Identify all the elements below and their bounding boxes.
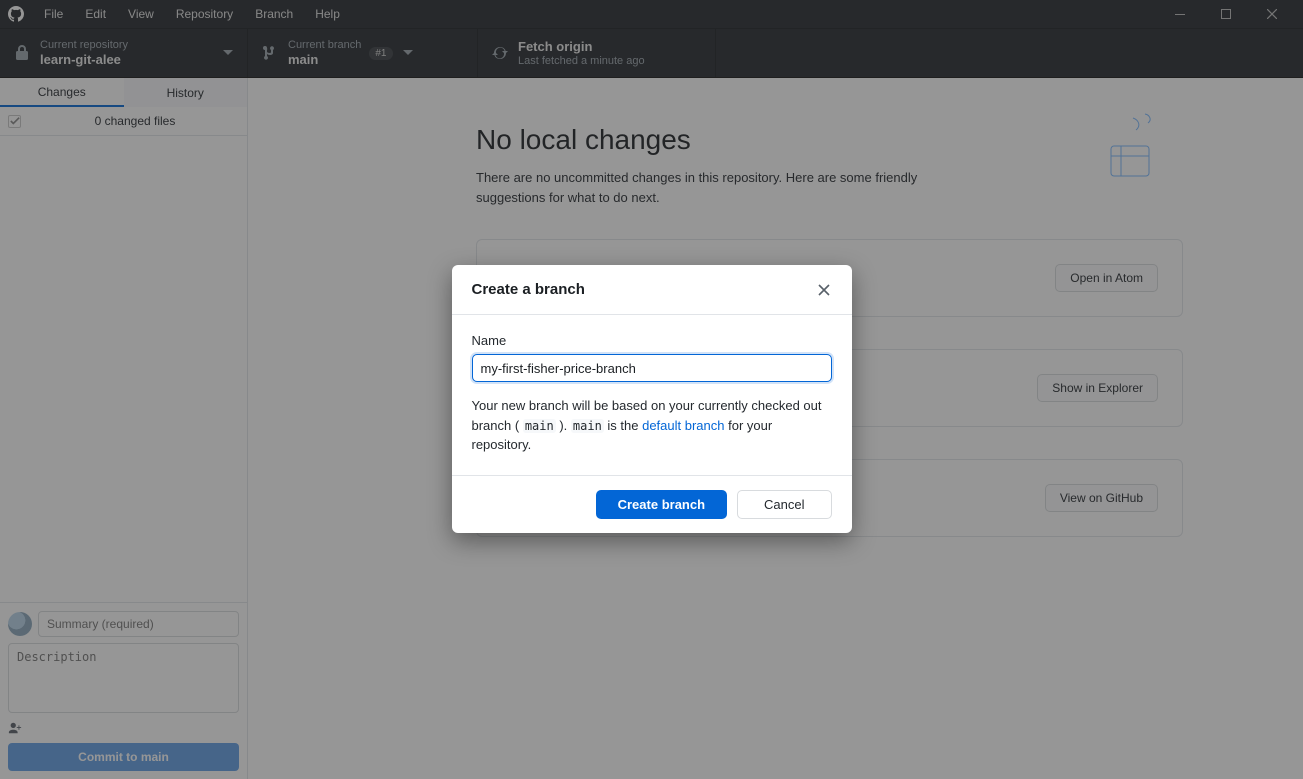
modal-overlay: Create a branch Name Your new branch wil… (0, 0, 1303, 779)
dialog-title: Create a branch (472, 281, 585, 298)
branch-name-input[interactable] (472, 354, 832, 382)
default-branch-link[interactable]: default branch (642, 418, 724, 433)
cancel-button[interactable]: Cancel (737, 490, 831, 519)
create-branch-button[interactable]: Create branch (596, 490, 727, 519)
close-icon[interactable] (816, 282, 832, 298)
dialog-help-text: Your new branch will be based on your cu… (472, 396, 832, 455)
name-label: Name (472, 333, 832, 348)
create-branch-dialog: Create a branch Name Your new branch wil… (452, 265, 852, 533)
